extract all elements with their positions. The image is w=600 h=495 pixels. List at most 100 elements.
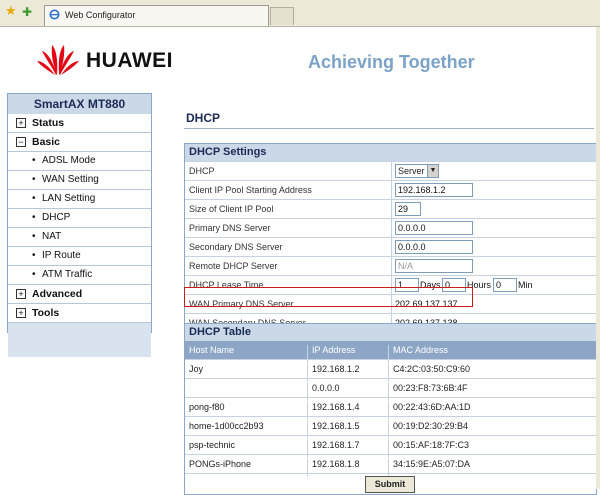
column-divider	[391, 219, 392, 237]
ip-address-cell: 192.168.1.5	[312, 421, 360, 431]
expand-icon[interactable]: +	[16, 118, 26, 128]
mac-address-cell: 00:22:43:6D:AA:1D	[393, 402, 471, 412]
sidebar-item-status[interactable]: + Status	[8, 114, 151, 133]
table-header: Host Name IP Address MAC Address	[185, 341, 596, 363]
settings-row-remote-dhcp: Remote DHCP Server N/A	[185, 256, 596, 275]
brand-name: HUAWEI	[86, 49, 173, 72]
sidebar-item-label: Basic	[32, 136, 61, 148]
submit-button[interactable]: Submit	[365, 476, 415, 493]
sidebar-item-lan-setting[interactable]: • LAN Setting	[8, 190, 151, 209]
huawei-logo-icon	[37, 45, 79, 75]
lease-min-unit: Min	[518, 280, 533, 290]
host-name-cell: psp-technic	[189, 440, 236, 450]
sidebar-item-label: NAT	[42, 231, 62, 242]
lease-min-input[interactable]: 0	[493, 278, 517, 292]
column-header-ip: IP Address	[312, 345, 356, 355]
column-divider	[391, 257, 392, 275]
dropdown-arrow-icon[interactable]: ▼	[427, 165, 438, 177]
table-row: pong-f80 192.168.1.4 00:22:43:6D:AA:1D	[185, 397, 596, 420]
sidebar-item-label: WAN Setting	[42, 174, 99, 185]
sidebar-item-nat[interactable]: • NAT	[8, 228, 151, 247]
dhcp-settings-heading: DHCP Settings	[185, 144, 596, 161]
tab-title: Web Configurator	[65, 10, 136, 20]
actions-row: Submit	[185, 473, 596, 494]
host-name-cell: PONGs-iPhone	[189, 459, 252, 469]
browser-tabbar: ★ ✚ Web Configurator	[0, 0, 600, 27]
add-favorites-icon[interactable]: ✚	[22, 5, 36, 19]
sidebar-item-label: Tools	[32, 307, 60, 319]
sidebar-item-advanced[interactable]: + Advanced	[8, 285, 151, 304]
table-row: Joy 192.168.1.2 C4:2C:03:50:C9:60	[185, 359, 596, 382]
secondary-dns-input[interactable]: 0.0.0.0	[395, 240, 473, 254]
ip-address-cell: 0.0.0.0	[312, 383, 340, 393]
favorites-star-icon[interactable]: ★	[5, 5, 19, 19]
sidebar-item-label: Advanced	[32, 288, 83, 300]
host-name-cell: home-1d00cc2b93	[189, 421, 264, 431]
window-edge	[596, 27, 600, 489]
sidebar-item-basic[interactable]: − Basic	[8, 133, 151, 152]
sidebar-item-label: ADSL Mode	[42, 155, 96, 166]
sidebar-item-label: IP Route	[42, 250, 81, 261]
brand-tagline: Achieving Together	[308, 52, 475, 72]
settings-row-dhcp: DHCP Server ▼	[185, 161, 596, 180]
table-row: home-1d00cc2b93 192.168.1.5 00:19:D2:30:…	[185, 416, 596, 439]
sidebar-item-label: LAN Setting	[42, 193, 96, 204]
table-row: 0.0.0.0 00:23:F8:73:6B:4F	[185, 378, 596, 401]
dhcp-table-heading: DHCP Table	[185, 324, 596, 341]
bullet-icon: •	[32, 212, 36, 223]
sidebar-item-wan-setting[interactable]: • WAN Setting	[8, 171, 151, 190]
bullet-icon: •	[32, 193, 36, 204]
ip-address-cell: 192.168.1.8	[312, 459, 360, 469]
column-divider	[391, 200, 392, 218]
table-row: PONGs-iPhone 192.168.1.8 34:15:9E:A5:07:…	[185, 454, 596, 477]
mac-address-cell: 00:23:F8:73:6B:4F	[393, 383, 468, 393]
new-tab-button[interactable]	[270, 7, 294, 25]
pool-size-label: Size of Client IP Pool	[189, 204, 274, 214]
bullet-icon: •	[32, 174, 36, 185]
pool-size-input[interactable]: 29	[395, 202, 421, 216]
ip-address-cell: 192.168.1.4	[312, 402, 360, 412]
dhcp-table-panel: DHCP Table Host Name IP Address MAC Addr…	[184, 323, 597, 495]
collapse-icon[interactable]: −	[16, 137, 26, 147]
sidebar: SmartAX MT880 + Status − Basic • ADSL Mo…	[7, 93, 152, 357]
ip-address-cell: 192.168.1.2	[312, 364, 360, 374]
title-divider	[184, 128, 594, 129]
mac-address-cell: C4:2C:03:50:C9:60	[393, 364, 471, 374]
sidebar-item-label: DHCP	[42, 212, 71, 223]
remote-dhcp-input: N/A	[395, 259, 473, 273]
device-model-title: SmartAX MT880	[8, 94, 151, 114]
ie-icon	[49, 9, 60, 20]
sidebar-item-tools[interactable]: + Tools	[8, 304, 151, 323]
column-divider	[391, 181, 392, 199]
host-name-cell: Joy	[189, 364, 204, 374]
secondary-dns-label: Secondary DNS Server	[189, 242, 283, 252]
mac-address-cell: 00:15:AF:18:7F:C3	[393, 440, 470, 450]
primary-dns-input[interactable]: 0.0.0.0	[395, 221, 473, 235]
dhcp-mode-select[interactable]: Server ▼	[395, 164, 439, 178]
column-header-mac: MAC Address	[393, 345, 449, 355]
settings-row-secondary-dns: Secondary DNS Server 0.0.0.0	[185, 237, 596, 256]
expand-icon[interactable]: +	[16, 289, 26, 299]
sidebar-item-atm-traffic[interactable]: • ATM Traffic	[8, 266, 151, 285]
sidebar-item-dhcp[interactable]: • DHCP	[8, 209, 151, 228]
column-divider	[391, 238, 392, 256]
bullet-icon: •	[32, 155, 36, 166]
expand-icon[interactable]: +	[16, 308, 26, 318]
settings-row-primary-dns: Primary DNS Server 0.0.0.0	[185, 218, 596, 237]
pool-start-input[interactable]: 192.168.1.2	[395, 183, 473, 197]
ip-address-cell: 192.168.1.7	[312, 440, 360, 450]
dhcp-mode-label: DHCP	[189, 166, 215, 176]
browser-tab[interactable]: Web Configurator	[44, 5, 269, 26]
sidebar-item-ip-route[interactable]: • IP Route	[8, 247, 151, 266]
sidebar-item-label: Status	[32, 117, 65, 129]
primary-dns-label: Primary DNS Server	[189, 223, 271, 233]
sidebar-footer	[8, 323, 151, 357]
bullet-icon: •	[32, 231, 36, 242]
mac-address-cell: 00:19:D2:30:29:B4	[393, 421, 469, 431]
sidebar-item-adsl-mode[interactable]: • ADSL Mode	[8, 152, 151, 171]
column-header-host: Host Name	[189, 345, 235, 355]
bullet-icon: •	[32, 269, 36, 280]
settings-row-pool-size: Size of Client IP Pool 29	[185, 199, 596, 218]
table-row: psp-technic 192.168.1.7 00:15:AF:18:7F:C…	[185, 435, 596, 458]
host-name-cell: pong-f80	[189, 402, 225, 412]
